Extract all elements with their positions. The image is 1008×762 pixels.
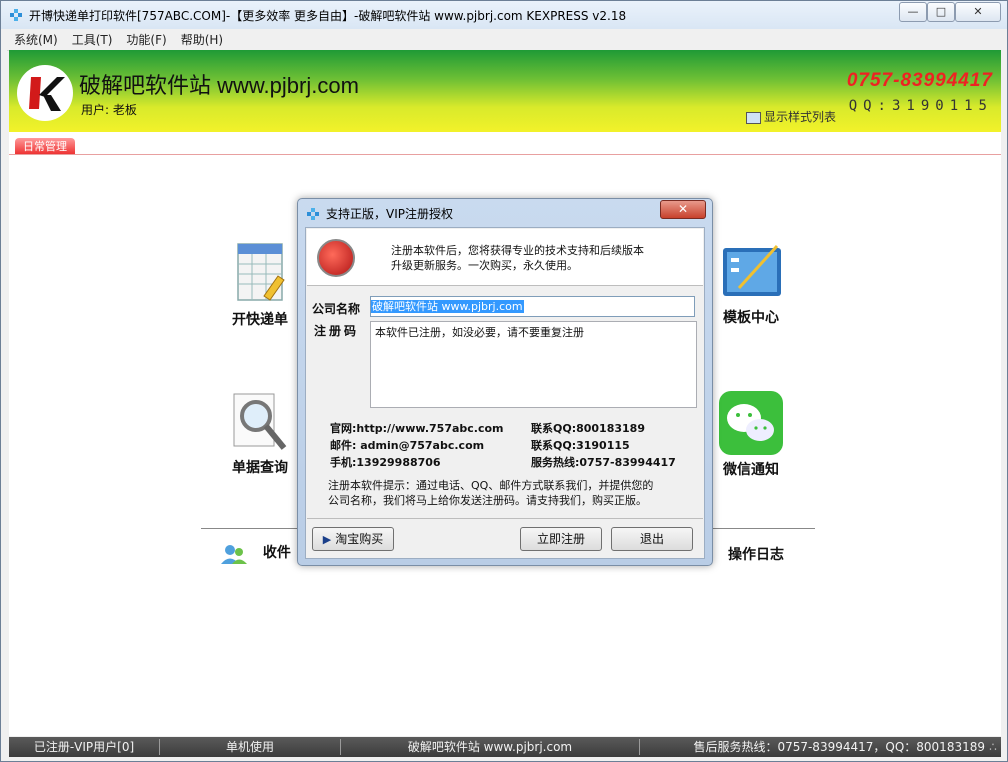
title-bar: 开博快递单打印软件[757ABC.COM]-【更多效率 更多自由】-破解吧软件站… xyxy=(1,1,1007,29)
reg-code-label: 注册码 xyxy=(314,324,360,338)
intro-line: 注册本软件后，您将获得专业的技术支持和后续版本 xyxy=(391,244,644,257)
hint-line: 公司名称，我们将马上给你发送注册码。请支持我们，购买正版。 xyxy=(328,494,647,507)
mobile-info: 手机:13929988706 xyxy=(330,456,441,469)
tab-underline xyxy=(9,154,1001,155)
reg-code-textarea[interactable]: 本软件已注册，如没必要，请不要重复注册 xyxy=(370,321,697,408)
register-now-button[interactable]: 立即注册 xyxy=(520,527,602,551)
company-label: 公司名称 xyxy=(312,302,361,316)
close-icon: ✕ xyxy=(973,5,983,18)
website-info: 官网:http://www.757abc.com xyxy=(330,422,504,435)
status-registration: 已注册-VIP用户[0] xyxy=(33,740,135,754)
k-logo-icon xyxy=(29,77,65,111)
status-mode: 单机使用 xyxy=(225,740,274,754)
dialog-intro: 注册本软件后，您将获得专业的技术支持和后续版本 升级更新服务。一次购买，永久使用… xyxy=(391,243,691,273)
minimize-button[interactable]: — xyxy=(899,2,927,22)
tab-daily-management[interactable]: 日常管理 xyxy=(15,138,75,154)
module-recipient-label: 收件 xyxy=(262,545,291,561)
module-template-label: 模板中心 xyxy=(723,310,779,326)
logo xyxy=(17,65,73,121)
close-button[interactable]: ✕ xyxy=(955,2,1001,22)
module-wechat-label: 微信通知 xyxy=(723,462,779,478)
reg-code-value: 本软件已注册，如没必要，请不要重复注册 xyxy=(375,326,584,339)
company-input-value: 破解吧软件站 www.pjbrj.com xyxy=(371,300,524,313)
window-title: 开博快递单打印软件[757ABC.COM]-【更多效率 更多自由】-破解吧软件站… xyxy=(29,9,627,23)
minimize-icon: — xyxy=(907,5,919,18)
maximize-icon: □ xyxy=(935,5,947,18)
menu-bar: 系统(M) 工具(T) 功能(F) 帮助(H) xyxy=(7,30,1001,51)
menu-help[interactable]: 帮助(H) xyxy=(174,30,230,50)
dialog-header: 注册本软件后，您将获得专业的技术支持和后续版本 升级更新服务。一次购买，永久使用… xyxy=(307,229,703,286)
vip-badge-icon xyxy=(317,239,355,277)
menu-functions[interactable]: 功能(F) xyxy=(119,30,173,50)
brand-title: 破解吧软件站 www.pjbrj.com xyxy=(79,73,359,98)
taobao-buy-button[interactable]: ▶ 淘宝购买 xyxy=(312,527,394,551)
intro-line: 升级更新服务。一次购买，永久使用。 xyxy=(391,259,578,272)
hotline-phone: 0757-83994417 xyxy=(846,70,993,91)
users-icon xyxy=(221,544,247,564)
module-waybill[interactable]: 开快递单 xyxy=(224,238,296,329)
spreadsheet-icon xyxy=(237,243,285,301)
status-hotline: 售后服务热线：0757-83994417，QQ：800183189 xyxy=(693,740,985,754)
maximize-button[interactable]: □ xyxy=(927,2,955,22)
qq-number: QQ:3190115 xyxy=(848,98,993,114)
status-bar: 已注册-VIP用户[0] 单机使用 破解吧软件站 www.pjbrj.com 售… xyxy=(9,737,1001,757)
company-input[interactable]: 破解吧软件站 www.pjbrj.com xyxy=(370,296,695,317)
hint-line: 注册本软件提示：通过电话、QQ、邮件方式联系我们，并提供您的 xyxy=(328,479,654,492)
header-banner: 破解吧软件站 www.pjbrj.com 用户: 老板 0757-8399441… xyxy=(9,50,1001,132)
template-board-icon xyxy=(723,244,781,296)
menu-tools[interactable]: 工具(T) xyxy=(65,30,120,50)
module-wechat[interactable]: 微信通知 xyxy=(715,390,787,479)
play-arrow-icon: ▶ xyxy=(322,533,332,546)
dialog-title: 支持正版，VIP注册授权 xyxy=(326,207,453,221)
taobao-buy-label: 淘宝购买 xyxy=(335,532,384,546)
resize-grip-icon[interactable]: ∴ xyxy=(987,737,999,757)
show-styles-label: 显示样式列表 xyxy=(764,110,837,124)
module-template[interactable]: 模板中心 xyxy=(715,238,787,327)
close-icon: ✕ xyxy=(677,202,689,216)
menu-system[interactable]: 系统(M) xyxy=(7,30,65,50)
hotline-info: 服务热线:0757-83994417 xyxy=(531,456,676,469)
current-user: 用户: 老板 xyxy=(81,103,137,117)
dialog-button-bar: ▶ 淘宝购买 立即注册 退出 xyxy=(307,518,703,558)
qq2-info: 联系QQ:3190115 xyxy=(531,439,630,452)
registration-hint: 注册本软件提示：通过电话、QQ、邮件方式联系我们，并提供您的 公司名称，我们将马… xyxy=(328,478,698,508)
dialog-body: 注册本软件后，您将获得专业的技术支持和后续版本 升级更新服务。一次购买，永久使用… xyxy=(305,227,705,559)
wechat-icon xyxy=(719,391,783,455)
magnifier-icon xyxy=(233,393,287,450)
status-site: 破解吧软件站 www.pjbrj.com xyxy=(407,740,573,754)
module-recipient[interactable]: 收件 xyxy=(221,542,301,565)
email-info: 邮件: admin@757abc.com xyxy=(330,439,485,452)
app-icon xyxy=(10,9,22,21)
list-icon xyxy=(746,111,761,124)
exit-button[interactable]: 退出 xyxy=(611,527,693,551)
main-window: 开博快递单打印软件[757ABC.COM]-【更多效率 更多自由】-破解吧软件站… xyxy=(0,0,1008,762)
registration-dialog: 支持正版，VIP注册授权 ✕ 注册本软件后，您将获得专业的技术支持和后续版本 升… xyxy=(297,198,713,566)
dialog-app-icon xyxy=(307,208,319,220)
module-oplog-label: 操作日志 xyxy=(728,547,784,563)
module-waybill-label: 开快递单 xyxy=(232,312,288,328)
show-styles-link[interactable]: 显示样式列表 xyxy=(746,108,836,125)
qq1-info: 联系QQ:800183189 xyxy=(531,422,645,435)
module-query[interactable]: 单据查询 xyxy=(224,390,296,477)
module-oplog[interactable]: 操作日志 xyxy=(721,544,791,564)
dialog-close-button[interactable]: ✕ xyxy=(660,200,706,219)
module-query-label: 单据查询 xyxy=(232,460,288,476)
